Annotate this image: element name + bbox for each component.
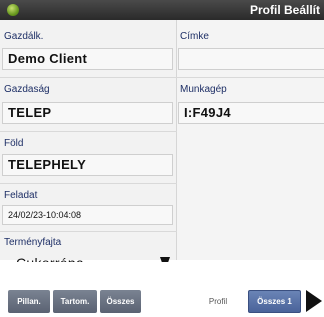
- field-name-field[interactable]: TELEPHELY: [2, 154, 173, 176]
- row-separator: [0, 131, 177, 132]
- row-separator: [0, 183, 177, 184]
- tab-profil[interactable]: Profil: [196, 290, 240, 313]
- farm-label: Gazdaság: [4, 84, 50, 95]
- task-field[interactable]: 24/02/23-10:04:08: [2, 205, 173, 225]
- company-label: Gazdálk.: [4, 31, 44, 42]
- machine-field[interactable]: I:F49J4: [178, 102, 324, 124]
- crop-label: Terményfajta: [4, 237, 62, 248]
- app-logo-icon: [7, 4, 19, 16]
- row-separator: [0, 77, 324, 78]
- task-label: Feladat: [4, 190, 38, 201]
- tab-bar: Pillan. Tartom. Összes Profil Összes 1: [0, 262, 324, 317]
- play-arrow-icon[interactable]: [306, 290, 322, 312]
- tag-field[interactable]: [178, 48, 324, 70]
- tab-osszes-1[interactable]: Összes 1: [248, 290, 301, 313]
- title-bar: Profil Beállít: [0, 0, 324, 20]
- company-field[interactable]: Demo Client: [2, 48, 173, 70]
- tag-label: Címke: [180, 31, 209, 42]
- tab-osszes[interactable]: Összes: [100, 290, 141, 313]
- field-label: Föld: [4, 138, 24, 149]
- window-title: Profil Beállít: [249, 3, 320, 17]
- tab-pillan[interactable]: Pillan.: [8, 290, 50, 313]
- row-separator: [0, 231, 177, 232]
- machine-label: Munkagép: [180, 84, 227, 95]
- farm-field[interactable]: TELEP: [2, 102, 173, 124]
- column-divider: [176, 20, 177, 260]
- tab-tartom[interactable]: Tartom.: [53, 290, 97, 313]
